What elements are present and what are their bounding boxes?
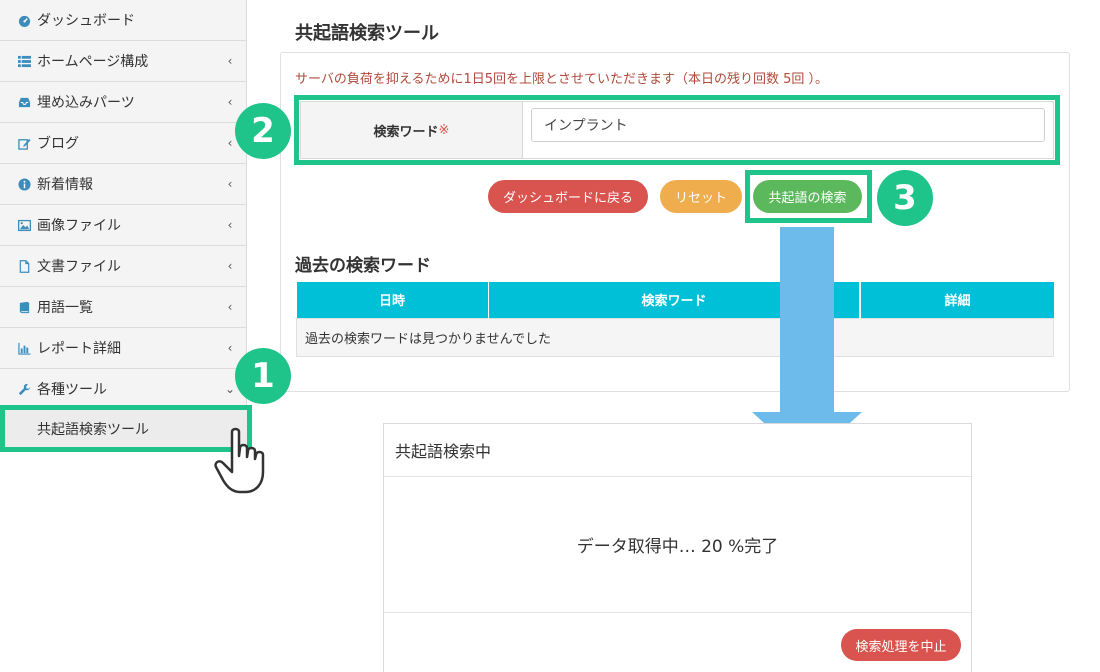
chevron-left-icon: ‹: [227, 95, 233, 109]
wrench-icon: [17, 382, 31, 396]
step-badge-3: 3: [877, 170, 933, 226]
sidebar-item-label: 埋め込みパーツ: [37, 95, 135, 111]
modal-title: 共起語検索中: [384, 424, 971, 477]
sidebar-item-homepage[interactable]: ホームページ構成 ‹: [0, 41, 247, 82]
column-header-datetime: 日時: [296, 282, 489, 318]
info-icon: [17, 177, 31, 191]
sidebar-item-label: ホームページ構成: [37, 54, 149, 70]
sidebar-item-tools[interactable]: 各種ツール ⌄: [0, 369, 247, 410]
step-badge-1: 1: [235, 348, 291, 404]
sidebar-item-label: 画像ファイル: [37, 218, 121, 234]
reset-button[interactable]: リセット: [660, 180, 742, 213]
step-badge-2: 2: [235, 103, 291, 159]
progress-text: データ取得中… 20 %完了: [384, 477, 971, 613]
cancel-search-button[interactable]: 検索処理を中止: [841, 629, 961, 661]
highlight-outline-step3: [745, 170, 872, 223]
down-arrow-shaft: [780, 227, 834, 413]
sidebar-item-label: 各種ツール: [37, 382, 107, 398]
chevron-left-icon: ‹: [227, 54, 233, 68]
sidebar-item-glossary[interactable]: 用語一覧 ‹: [0, 287, 247, 328]
chevron-left-icon: ‹: [227, 259, 233, 273]
sidebar-item-label: ダッシュボード: [37, 13, 135, 29]
inbox-icon: [17, 95, 31, 109]
empty-history-message: 過去の検索ワードは見つかりませんでした: [296, 317, 1054, 357]
sidebar-item-label: 新着情報: [37, 177, 93, 193]
book-icon: [17, 300, 31, 314]
sidebar-item-dashboard[interactable]: ダッシュボード: [0, 0, 247, 41]
sidebar-item-reports[interactable]: レポート詳細 ‹: [0, 328, 247, 369]
search-progress-modal: 共起語検索中 データ取得中… 20 %完了 検索処理を中止: [383, 423, 972, 672]
sidebar-item-label: ブログ: [37, 136, 79, 152]
chevron-left-icon: ‹: [227, 341, 233, 355]
chevron-left-icon: ‹: [227, 300, 233, 314]
highlight-outline-step2: [294, 95, 1060, 165]
sidebar: ダッシュボード ホームページ構成 ‹ 埋め込みパーツ ‹ ブログ ‹ 新着情報 …: [0, 0, 252, 672]
dashboard-icon: [17, 13, 31, 27]
edit-icon: [17, 136, 31, 150]
sidebar-item-embed-parts[interactable]: 埋め込みパーツ ‹: [0, 82, 247, 123]
history-title: 過去の検索ワード: [295, 256, 431, 276]
table-row: 過去の検索ワードは見つかりませんでした: [296, 317, 1054, 357]
sidebar-item-label: 文書ファイル: [37, 259, 121, 275]
file-icon: [17, 259, 31, 273]
sidebar-item-blog[interactable]: ブログ ‹: [0, 123, 247, 164]
usage-limit-notice: サーバの負荷を抑えるために1日5回を上限とさせていただきます（本日の残り回数 5…: [295, 72, 829, 87]
back-to-dashboard-button[interactable]: ダッシュボードに戻る: [488, 180, 648, 213]
page-title: 共起語検索ツール: [295, 23, 439, 44]
sidebar-item-documents[interactable]: 文書ファイル ‹: [0, 246, 247, 287]
image-icon: [17, 218, 31, 232]
sidebar-item-images[interactable]: 画像ファイル ‹: [0, 205, 247, 246]
list-icon: [17, 54, 31, 68]
hand-pointer-icon: [214, 427, 265, 494]
column-header-details: 詳細: [860, 282, 1054, 318]
history-table: 日時 検索ワード 詳細 過去の検索ワードは見つかりませんでした: [296, 282, 1054, 357]
table-header-row: 日時 検索ワード 詳細: [296, 282, 1054, 318]
sidebar-item-label: 用語一覧: [37, 300, 93, 316]
sidebar-item-news[interactable]: 新着情報 ‹: [0, 164, 247, 205]
sidebar-item-label: レポート詳細: [37, 341, 121, 357]
bar-chart-icon: [17, 341, 31, 355]
chevron-left-icon: ‹: [227, 218, 233, 232]
chevron-left-icon: ‹: [227, 177, 233, 191]
